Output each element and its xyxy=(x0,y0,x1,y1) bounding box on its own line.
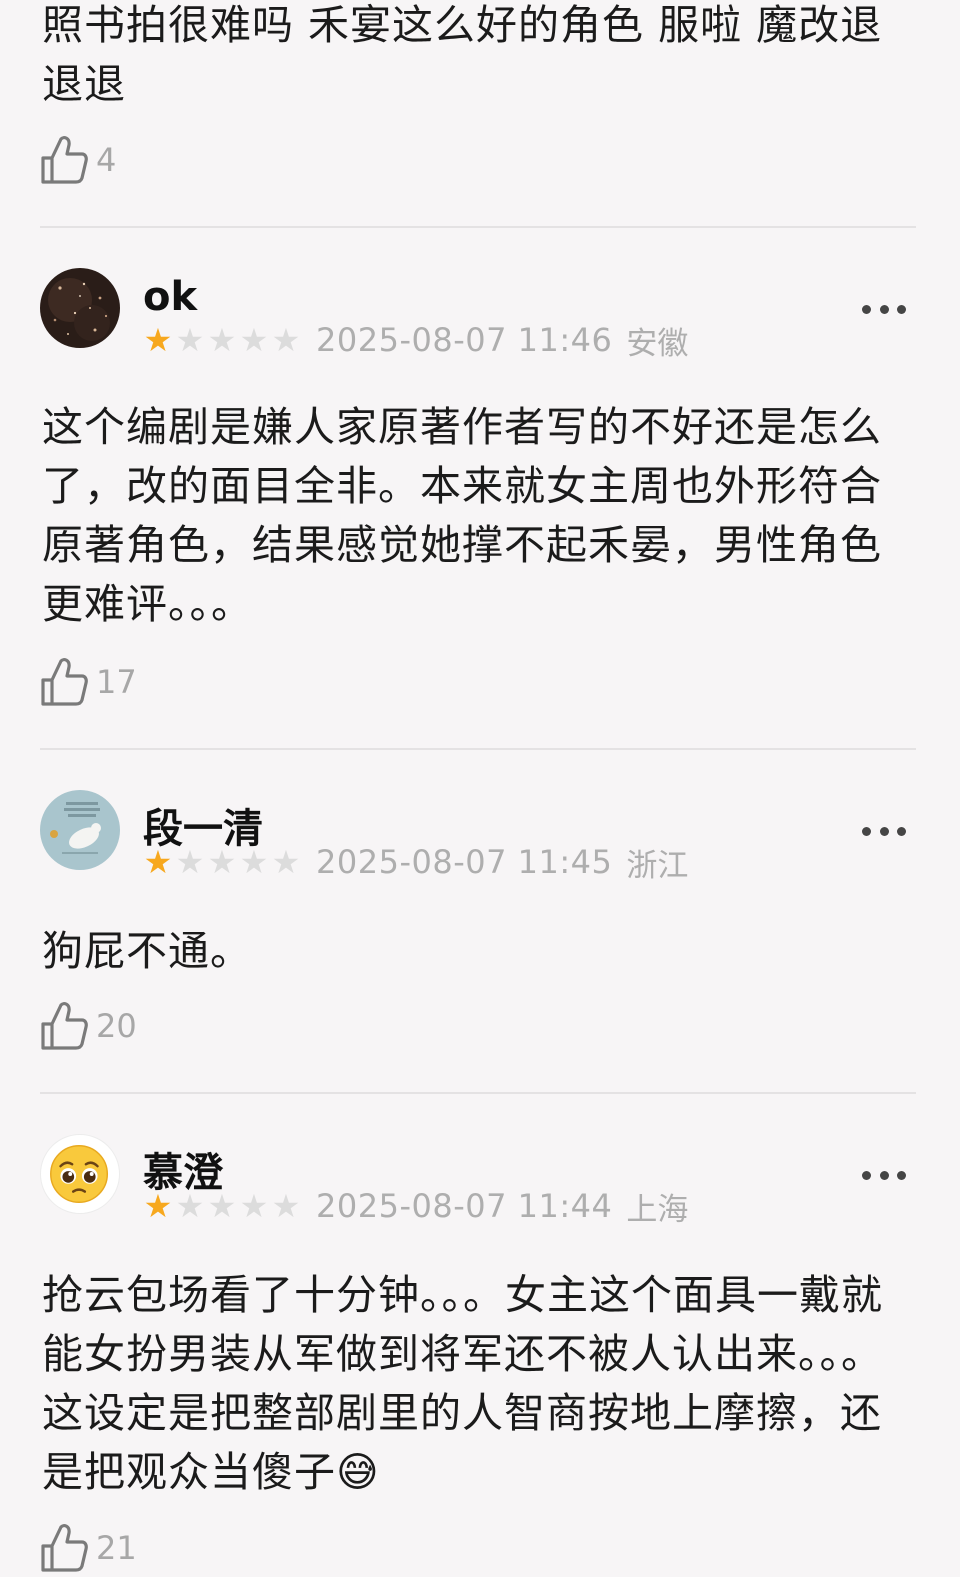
review-date: 2025-08-07 11:46 xyxy=(316,321,613,359)
review-text: 抢云包场看了十分钟。。。女主这个面具一戴就能女扮男装从军做到将军还不被人认出来。… xyxy=(42,1271,883,1496)
like-count: 17 xyxy=(96,663,137,701)
avatar[interactable] xyxy=(40,1134,120,1214)
star-icon: ★ xyxy=(207,843,237,881)
review-text: 狗屁不通。 xyxy=(42,927,252,975)
star-icon: ★ xyxy=(207,1187,237,1225)
like-count: 20 xyxy=(96,1007,137,1045)
review-date: 2025-08-07 11:44 xyxy=(316,1187,613,1225)
star-icon: ★ xyxy=(175,843,205,881)
star-icon: ★ xyxy=(143,1187,173,1225)
like-count: 4 xyxy=(96,141,117,179)
star-icon: ★ xyxy=(143,843,173,881)
star-icon: ★ xyxy=(271,321,301,359)
review-region: 安徽 xyxy=(626,325,689,362)
thumbs-up-icon xyxy=(41,1002,88,1050)
star-icon: ★ xyxy=(143,321,173,359)
like-button[interactable]: 4 xyxy=(40,134,116,186)
more-options-icon[interactable] xyxy=(862,1165,906,1185)
more-options-icon[interactable] xyxy=(862,821,906,841)
like-button[interactable]: 21 xyxy=(40,1522,137,1574)
user-name[interactable]: ok xyxy=(143,274,197,320)
review-text: 这个编剧是嫌人家原著作者写的不好还是怎么了，改的面目全非。本来就女主周也外形符合… xyxy=(42,403,882,628)
star-icon: ★ xyxy=(239,1187,269,1225)
avatar[interactable] xyxy=(40,268,120,348)
thumbs-up-icon xyxy=(41,136,88,184)
divider xyxy=(40,748,916,750)
review-meta: ★ ★ ★ ★ ★ 2025-08-07 11:44 上海 xyxy=(142,1186,689,1228)
star-icon: ★ xyxy=(207,321,237,359)
divider xyxy=(40,226,916,228)
like-button[interactable]: 17 xyxy=(40,656,137,708)
star-rating: ★ ★ ★ ★ ★ xyxy=(142,1190,302,1222)
thumbs-up-icon xyxy=(41,1524,88,1572)
star-rating: ★ ★ ★ ★ ★ xyxy=(142,324,302,356)
review-region: 上海 xyxy=(626,1191,689,1228)
star-icon: ★ xyxy=(175,321,205,359)
star-icon: ★ xyxy=(271,1187,301,1225)
review-region: 浙江 xyxy=(626,847,689,884)
star-icon: ★ xyxy=(271,843,301,881)
more-options-icon[interactable] xyxy=(862,299,906,319)
like-count: 21 xyxy=(96,1529,137,1567)
star-rating: ★ ★ ★ ★ ★ xyxy=(142,846,302,878)
star-icon: ★ xyxy=(239,843,269,881)
divider xyxy=(40,1092,916,1094)
review-meta: ★ ★ ★ ★ ★ 2025-08-07 11:46 安徽 xyxy=(142,320,689,362)
avatar[interactable] xyxy=(40,790,120,870)
review-text: 照书拍很难吗 禾宴这么好的角色 服啦 魔改退退退 xyxy=(42,1,883,108)
review-date: 2025-08-07 11:45 xyxy=(316,843,613,881)
thumbs-up-icon xyxy=(41,658,88,706)
review-meta: ★ ★ ★ ★ ★ 2025-08-07 11:45 浙江 xyxy=(142,842,689,884)
star-icon: ★ xyxy=(239,321,269,359)
star-icon: ★ xyxy=(175,1187,205,1225)
like-button[interactable]: 20 xyxy=(40,1000,137,1052)
review-feed: 照书拍很难吗 禾宴这么好的角色 服啦 魔改退退退 4 ok ★ ★ ★ ★ ★ … xyxy=(0,0,960,1577)
